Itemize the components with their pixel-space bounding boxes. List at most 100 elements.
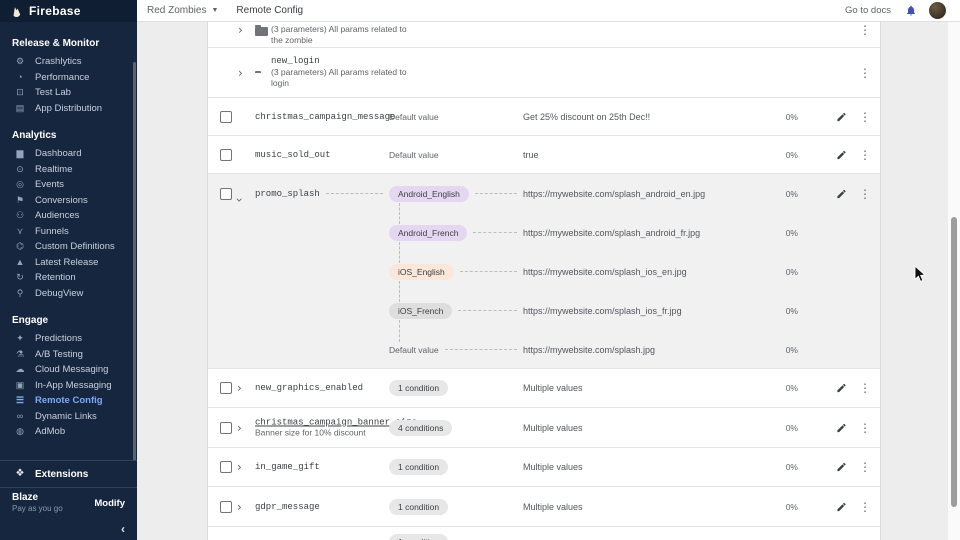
firebase-logo-bar[interactable]: Firebase xyxy=(0,0,137,22)
sidebar-item-ab-testing[interactable]: ⚗A/B Testing xyxy=(0,347,137,363)
row-checkbox[interactable] xyxy=(220,501,232,513)
sidebar-item-debugview[interactable]: ⚲DebugView xyxy=(0,286,137,302)
sidebar-item-performance[interactable]: ◔Performance xyxy=(0,70,137,86)
sidebar-item-in-app-messaging[interactable]: ▣In-App Messaging xyxy=(0,378,137,394)
condition-label: Default value xyxy=(389,112,439,122)
table-row-new-graphics-enabled[interactable]: › new_graphics_enabled 1 condition Multi… xyxy=(208,369,880,408)
predictions-icon: ✦ xyxy=(13,334,27,343)
edit-icon[interactable] xyxy=(836,462,847,473)
chevron-right-icon[interactable]: › xyxy=(238,67,243,79)
sidebar-item-custom-definitions[interactable]: ⌬Custom Definitions xyxy=(0,239,137,255)
sidebar-item-funnels[interactable]: ⋎Funnels xyxy=(0,224,137,240)
row-menu-icon[interactable]: ⋮ xyxy=(859,461,871,473)
edit-icon[interactable] xyxy=(836,383,847,394)
sidebar-item-label: Retention xyxy=(35,272,76,283)
edit-icon[interactable] xyxy=(836,111,847,122)
table-row-music-sold-out[interactable]: music_sold_out Default value true 0% ⋮ xyxy=(208,136,880,174)
vertical-dashed-connector xyxy=(399,281,400,302)
test-lab-icon: ⊡ xyxy=(13,88,27,97)
row-menu-icon[interactable]: ⋮ xyxy=(859,382,871,394)
section-header-engage: Engage xyxy=(0,311,137,331)
sidebar-item-label: Dashboard xyxy=(35,148,81,159)
avatar[interactable] xyxy=(929,2,946,19)
sidebar-item-test-lab[interactable]: ⊡Test Lab xyxy=(0,85,137,101)
row-checkbox[interactable] xyxy=(220,111,232,123)
row-checkbox[interactable] xyxy=(220,382,232,394)
sidebar-item-realtime[interactable]: ⊙Realtime xyxy=(0,162,137,178)
row-menu-icon[interactable]: ⋮ xyxy=(859,24,871,36)
section-analytics: Analytics ▆Dashboard ⊙Realtime ◎Events ⚑… xyxy=(0,120,137,305)
modify-plan-button[interactable]: Modify xyxy=(94,498,125,509)
chevron-right-icon[interactable]: › xyxy=(237,501,242,513)
edit-icon[interactable] xyxy=(836,501,847,512)
row-menu-icon[interactable]: ⋮ xyxy=(859,111,871,123)
sidebar-item-label: Audiences xyxy=(35,210,79,221)
edit-icon[interactable] xyxy=(836,188,847,199)
sidebar-item-events[interactable]: ◎Events xyxy=(0,177,137,193)
default-value-label: Default value xyxy=(389,345,439,355)
chevron-right-icon[interactable]: › xyxy=(237,422,242,434)
row-checkbox[interactable] xyxy=(220,461,232,473)
promo-splash-entry: Android_French https://mywebsite.com/spl… xyxy=(208,213,880,252)
table-row-group-zombie[interactable]: › (3 parameters) All params related to t… xyxy=(208,22,880,48)
row-menu-icon[interactable]: ⋮ xyxy=(859,422,871,434)
row-checkbox[interactable] xyxy=(220,422,232,434)
row-menu-icon[interactable]: ⋮ xyxy=(859,188,871,200)
sidebar-item-app-distribution[interactable]: ▤App Distribution xyxy=(0,101,137,117)
sidebar-item-admob[interactable]: ◍AdMob xyxy=(0,424,137,440)
row-checkbox[interactable] xyxy=(220,188,232,200)
ab-testing-icon: ⚗ xyxy=(13,350,27,359)
sidebar-item-cloud-messaging[interactable]: ☁Cloud Messaging xyxy=(0,362,137,378)
folder-icon xyxy=(255,27,268,36)
usage-percent: 0% xyxy=(786,502,798,512)
sidebar-item-predictions[interactable]: ✦Predictions xyxy=(0,331,137,347)
row-checkbox[interactable] xyxy=(220,149,232,161)
vertical-dashed-connector xyxy=(399,320,400,342)
sidebar-item-label: Realtime xyxy=(35,164,73,175)
chevron-right-icon[interactable]: › xyxy=(238,24,243,36)
page-scrollbar-track[interactable] xyxy=(947,22,960,540)
admob-icon: ◍ xyxy=(13,427,27,436)
condition-zone: Android_French xyxy=(389,225,523,241)
sidebar-item-dynamic-links[interactable]: ∞Dynamic Links xyxy=(0,409,137,425)
group-description: (3 parameters) All params related to the… xyxy=(271,24,407,46)
sidebar-item-crashlytics[interactable]: ⚙Crashlytics xyxy=(0,54,137,70)
sidebar-item-latest-release[interactable]: ▲Latest Release xyxy=(0,255,137,271)
sidebar-nav: Release & Monitor ⚙Crashlytics ◔Performa… xyxy=(0,22,137,460)
go-to-docs-link[interactable]: Go to docs xyxy=(845,5,891,16)
edit-icon[interactable] xyxy=(836,149,847,160)
row-menu-icon[interactable]: ⋮ xyxy=(859,67,871,79)
breadcrumb[interactable]: Remote Config xyxy=(236,5,303,16)
condition-zone: Default value xyxy=(389,345,523,355)
page-scrollbar-thumb[interactable] xyxy=(951,217,957,507)
sidebar-scrollbar[interactable] xyxy=(133,62,136,460)
collapse-sidebar-icon[interactable]: ‹ xyxy=(121,522,125,536)
condition-chip: Android_English xyxy=(389,186,469,202)
chevron-right-icon[interactable]: › xyxy=(237,382,242,394)
chevron-right-icon[interactable]: › xyxy=(237,461,242,473)
table-row-christmas-campaign-message[interactable]: christmas_campaign_message Default value… xyxy=(208,98,880,136)
promo-splash-entry[interactable]: › promo_splash Android_English https://m… xyxy=(208,174,880,213)
edit-icon[interactable] xyxy=(836,422,847,433)
param-name-zone: promo_splash xyxy=(255,189,389,199)
in-app-messaging-icon: ▣ xyxy=(13,381,27,390)
chevron-down-icon[interactable]: › xyxy=(233,197,245,202)
row-menu-icon[interactable]: ⋮ xyxy=(859,149,871,161)
brand-title: Firebase xyxy=(29,4,81,18)
sidebar-item-retention[interactable]: ↻Retention xyxy=(0,270,137,286)
table-row-gdpr-message[interactable]: › gdpr_message 1 condition Multiple valu… xyxy=(208,487,880,527)
sidebar-item-label: Cloud Messaging xyxy=(35,364,108,375)
notifications-bell-icon[interactable] xyxy=(905,4,917,17)
sidebar-item-conversions[interactable]: ⚑Conversions xyxy=(0,193,137,209)
table-row-christmas-campaign-banner-size[interactable]: › christmas_campaign_banner_size Banner … xyxy=(208,408,880,448)
sidebar-item-extensions[interactable]: ❖ Extensions xyxy=(0,460,137,488)
project-switcher[interactable]: Red Zombies ▼ xyxy=(147,5,218,16)
sidebar-item-audiences[interactable]: ⚇Audiences xyxy=(0,208,137,224)
row-menu-icon[interactable]: ⋮ xyxy=(859,501,871,513)
conditions-chip: 1 condition xyxy=(389,380,448,396)
table-row-group-new-login[interactable]: › new_login (3 parameters) All params re… xyxy=(208,48,880,98)
param-value: Multiple values xyxy=(523,383,583,393)
sidebar-item-dashboard[interactable]: ▆Dashboard xyxy=(0,146,137,162)
table-row-in-game-gift[interactable]: › in_game_gift 1 condition Multiple valu… xyxy=(208,448,880,487)
sidebar-item-remote-config[interactable]: ☰Remote Config xyxy=(0,393,137,409)
